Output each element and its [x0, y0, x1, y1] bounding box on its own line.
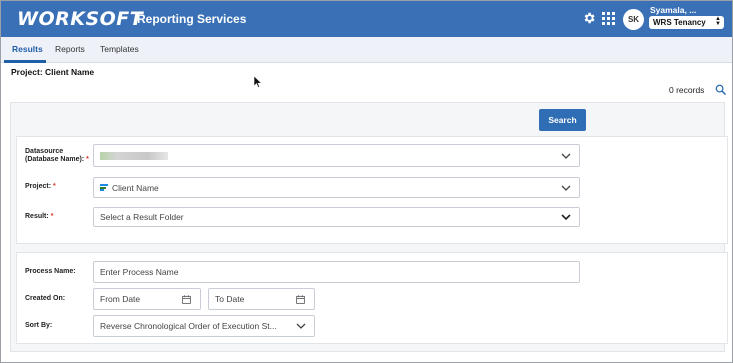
gear-icon[interactable]: [582, 11, 596, 25]
chevron-down-icon: [561, 185, 571, 191]
search-icon[interactable]: [715, 84, 726, 95]
active-tab-indicator: [4, 60, 46, 63]
calendar-icon[interactable]: [182, 295, 191, 304]
chevron-down-icon: [296, 323, 306, 329]
records-count: 0 records: [669, 85, 705, 95]
process-name-label: Process Name:: [25, 268, 76, 275]
username: Syamala, ...: [650, 5, 697, 15]
process-name-input[interactable]: Enter Process Name: [93, 261, 580, 283]
required-marker: *: [53, 183, 56, 190]
chevron-down-icon: [561, 153, 571, 159]
project-select-value: Client Name: [112, 182, 159, 193]
project-label: Project: *: [25, 183, 56, 191]
result-label-text: Result:: [25, 213, 49, 220]
sort-by-select[interactable]: Reverse Chronological Order of Execution…: [93, 315, 315, 337]
datasource-value-redacted: [100, 151, 168, 160]
worksoft-logo: WORKSOFT: [17, 8, 144, 30]
calendar-icon[interactable]: [296, 295, 305, 304]
project-icon: [100, 184, 108, 191]
project-label-text: Project:: [25, 183, 52, 190]
process-name-placeholder: Enter Process Name: [100, 267, 179, 277]
required-marker: *: [86, 156, 89, 163]
app-grid-icon[interactable]: [602, 12, 615, 25]
search-button[interactable]: Search: [539, 109, 586, 131]
result-select[interactable]: Select a Result Folder: [93, 207, 580, 227]
tab-bar: Results Reports Templates: [1, 37, 732, 63]
datasource-label: Datasource (Database Name): *: [25, 148, 89, 164]
datasource-label-line2: (Database Name):: [25, 156, 85, 163]
app-name: Reporting Services: [137, 12, 247, 26]
required-marker: *: [50, 213, 54, 220]
tab-results[interactable]: Results: [12, 44, 43, 54]
tenancy-select[interactable]: WRS Tenancy ▲ ▼: [649, 16, 724, 29]
created-on-label: Created On:: [25, 295, 66, 302]
datasource-select[interactable]: [93, 144, 580, 167]
page-title: Project: Client Name: [11, 67, 95, 77]
top-bar: WORKSOFT Reporting Services SK Syamala, …: [1, 1, 732, 37]
result-label: Result: *: [25, 213, 53, 221]
mouse-cursor-icon: [254, 76, 262, 88]
select-arrows-icon: ▲ ▼: [715, 16, 721, 27]
to-date-input[interactable]: To Date: [208, 288, 315, 310]
result-select-value: Select a Result Folder: [100, 212, 184, 222]
tenancy-select-value: WRS Tenancy: [653, 18, 706, 27]
chevron-down-icon: [561, 214, 571, 220]
avatar[interactable]: SK: [623, 9, 644, 30]
sort-by-label: Sort By:: [25, 322, 53, 329]
sort-by-value: Reverse Chronological Order of Execution…: [100, 321, 277, 331]
to-date-placeholder: To Date: [215, 294, 245, 304]
from-date-input[interactable]: From Date: [93, 288, 201, 310]
tab-templates[interactable]: Templates: [100, 44, 139, 54]
tab-reports[interactable]: Reports: [55, 44, 85, 54]
from-date-placeholder: From Date: [100, 294, 141, 304]
project-select[interactable]: Client Name: [93, 177, 580, 198]
datasource-label-line1: Datasource: [25, 148, 64, 155]
